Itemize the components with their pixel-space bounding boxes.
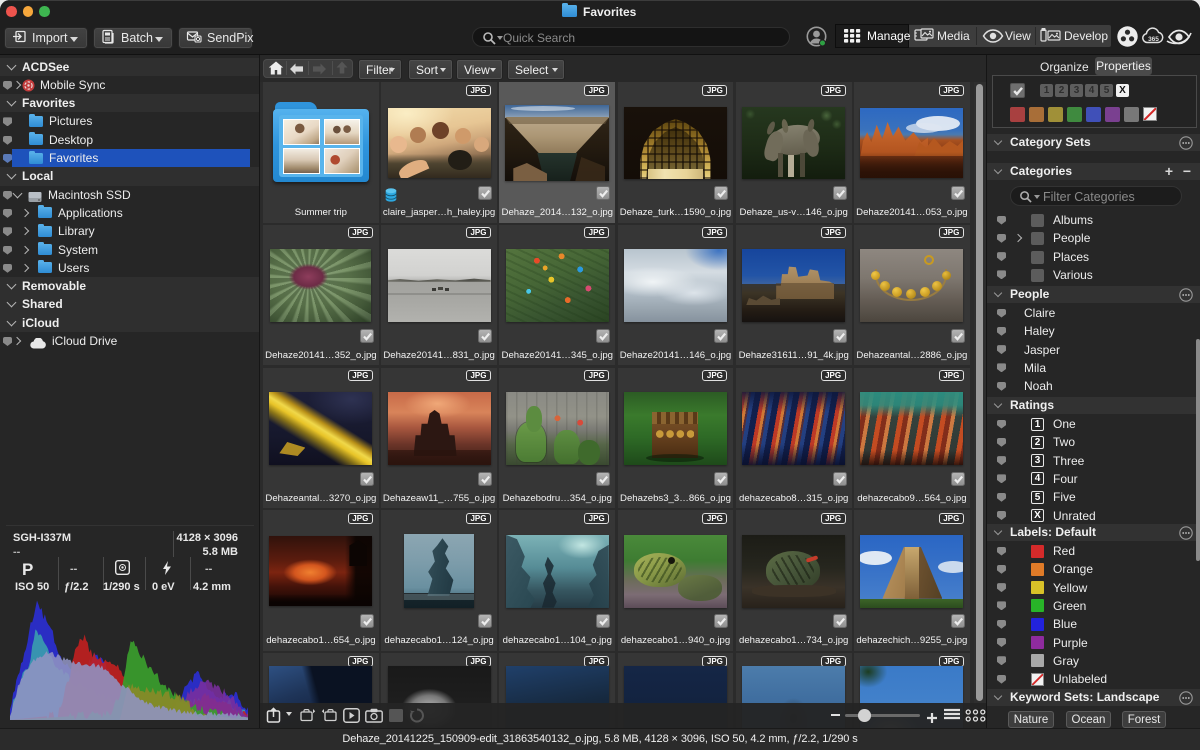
svg-text:365: 365 (1148, 36, 1159, 43)
